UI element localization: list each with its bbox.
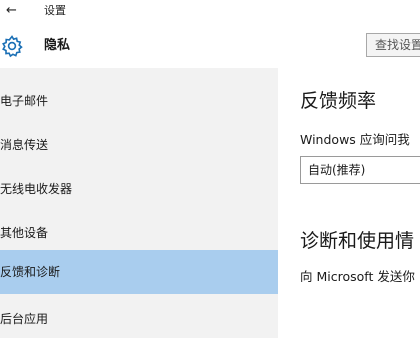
sidebar-item-background-apps[interactable]: 后台应用	[0, 297, 278, 341]
page-title: 隐私	[44, 38, 71, 53]
diagnostics-heading: 诊断和使用情	[300, 230, 415, 252]
feedback-question-label: Windows 应询问我	[300, 132, 410, 147]
sidebar-item-email[interactable]: 电子邮件	[0, 79, 278, 123]
sidebar-item-messaging[interactable]: 消息传送	[0, 123, 278, 167]
main-content: 反馈频率 Windows 应询问我 自动(推荐) 诊断和使用情 向 Micros…	[278, 68, 420, 338]
sidebar: 电子邮件 消息传送 无线电收发器 其他设备 反馈和诊断 后台应用	[0, 68, 278, 338]
page-header: 隐私 查找设置	[0, 24, 420, 68]
gear-icon	[2, 35, 23, 58]
sidebar-item-other-devices[interactable]: 其他设备	[0, 211, 278, 255]
search-input[interactable]: 查找设置	[366, 33, 420, 57]
diagnostics-description: 向 Microsoft 发送你	[300, 269, 415, 284]
sidebar-item-feedback-diagnostics[interactable]: 反馈和诊断	[0, 250, 278, 294]
feedback-frequency-heading: 反馈频率	[300, 90, 377, 112]
back-button[interactable]: ←	[6, 2, 17, 20]
sidebar-item-radios[interactable]: 无线电收发器	[0, 167, 278, 211]
window-title: 设置	[44, 4, 66, 17]
feedback-frequency-dropdown[interactable]: 自动(推荐)	[300, 156, 420, 184]
title-bar: ← 设置	[0, 0, 420, 24]
